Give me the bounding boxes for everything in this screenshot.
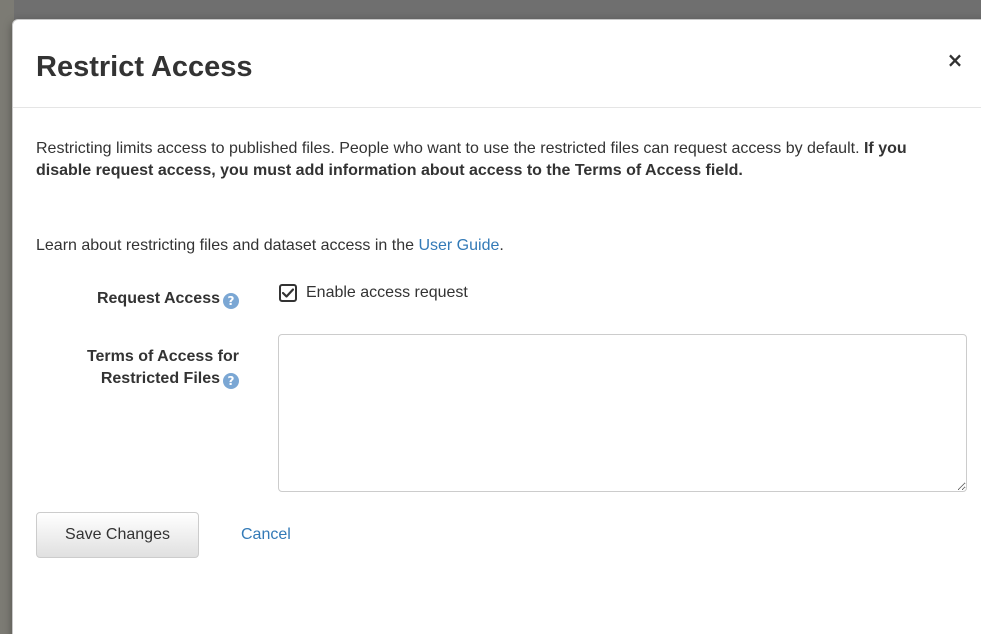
enable-access-request-row: Enable access request <box>279 282 468 304</box>
guide-prefix-text: Learn about restricting files and datase… <box>36 237 419 254</box>
enable-access-request-label[interactable]: Enable access request <box>306 284 468 302</box>
question-circle-icon[interactable]: ? <box>223 373 239 389</box>
request-access-label: Request Access? <box>61 288 239 310</box>
dialog-header: Restrict Access × <box>13 20 981 108</box>
terms-label-line2: Restricted Files <box>100 370 220 387</box>
question-circle-icon[interactable]: ? <box>223 293 239 309</box>
guide-suffix-text: . <box>499 237 504 254</box>
intro-text: Restricting limits access to published f… <box>36 138 956 182</box>
close-icon[interactable]: × <box>943 48 967 72</box>
dialog-title: Restrict Access <box>36 51 253 83</box>
checkmark-icon <box>282 288 294 298</box>
terms-of-access-label: Terms of Access for Restricted Files? <box>33 346 239 390</box>
restrict-access-dialog: Restrict Access × Restricting limits acc… <box>12 19 981 634</box>
terms-label-line1: Terms of Access for <box>86 348 239 365</box>
enable-access-request-checkbox[interactable] <box>279 284 297 302</box>
request-access-label-text: Request Access <box>96 290 220 307</box>
save-changes-button[interactable]: Save Changes <box>36 512 199 558</box>
cancel-link[interactable]: Cancel <box>241 524 291 546</box>
user-guide-link[interactable]: User Guide <box>418 237 499 254</box>
page-backdrop <box>0 0 981 14</box>
intro-plain-text: Restricting limits access to published f… <box>36 140 864 157</box>
terms-of-access-textarea[interactable] <box>278 334 967 492</box>
user-guide-line: Learn about restricting files and datase… <box>36 235 504 257</box>
terms-label-line2-row: Restricted Files? <box>33 368 239 390</box>
